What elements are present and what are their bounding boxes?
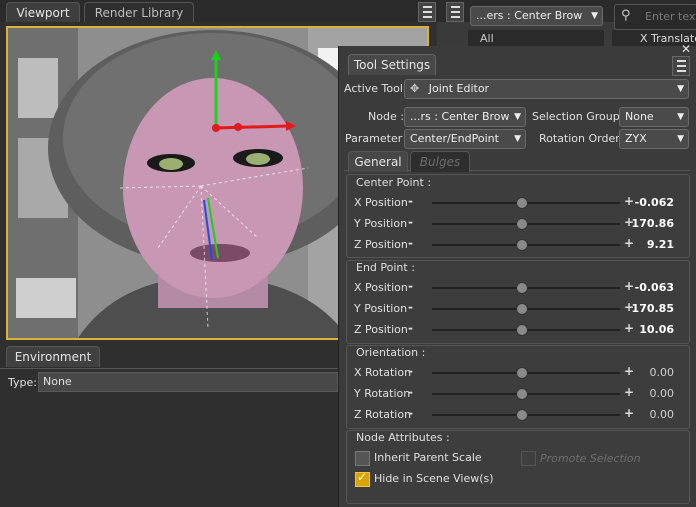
viewport-menu-icon[interactable] — [418, 2, 436, 22]
node-label: Node : — [368, 110, 404, 123]
value-field[interactable]: 0.00 — [630, 366, 675, 379]
inherit-parent-scale-label: Inherit Parent Scale — [374, 451, 482, 464]
chevron-down-icon: ▼ — [677, 134, 684, 144]
scene-node-dropdown-value: ...ers : Center Brow — [476, 9, 583, 22]
selection-group-value: None — [625, 110, 654, 123]
tab-tool-settings[interactable]: Tool Settings — [348, 54, 436, 75]
slider-handle[interactable] — [516, 218, 528, 230]
decrement-button[interactable]: - — [408, 236, 413, 250]
rotation-order-dropdown[interactable]: ZYX ▼ — [619, 129, 689, 149]
slider-handle[interactable] — [516, 282, 528, 294]
joint-editor-icon: ✥ — [410, 82, 420, 95]
value-field[interactable]: 0.00 — [630, 408, 675, 421]
end-z-label: Z Position — [354, 323, 408, 336]
chevron-down-icon: ▼ — [677, 112, 684, 122]
promote-selection-checkbox[interactable] — [521, 451, 536, 466]
decrement-button[interactable]: - — [408, 279, 413, 293]
tab-render-library[interactable]: Render Library — [84, 2, 194, 23]
environment-type-field[interactable]: None — [38, 372, 338, 392]
x-rotation-label: X Rotation — [354, 366, 412, 379]
environment-panel: Environment Type: None — [0, 342, 338, 507]
scene-list: All — [468, 30, 604, 46]
value-field[interactable]: 10.06 — [630, 323, 674, 336]
scene-menu-icon[interactable] — [446, 2, 464, 22]
scene-list-all[interactable]: All — [480, 32, 494, 45]
active-tool-label: Active Tool : — [344, 82, 411, 95]
chevron-down-icon: ▼ — [514, 134, 521, 144]
tab-bulges[interactable]: Bulges — [410, 151, 470, 172]
tool-settings-menu-icon[interactable] — [672, 56, 690, 76]
hide-in-scene-view-checkbox[interactable] — [355, 470, 370, 487]
end-point-title: End Point : — [356, 261, 415, 274]
chevron-down-icon: ▼ — [677, 84, 684, 94]
tab-environment-label: Environment — [14, 350, 92, 364]
rotation-order-label: Rotation Order : — [539, 132, 627, 145]
search-placeholder: Enter text — [645, 10, 696, 23]
tab-bulges-label: Bulges — [419, 155, 461, 169]
search-input[interactable]: ⚲ Enter text — [614, 4, 696, 30]
center-z-label: Z Position — [354, 238, 408, 251]
parameter-value: Center/EndPoint — [410, 132, 499, 145]
node-value: ...rs : Center Brow — [410, 110, 510, 123]
z-rotation-label: Z Rotation — [354, 408, 412, 421]
parameter-label: Parameter : — [345, 132, 410, 145]
slider-handle[interactable] — [516, 409, 528, 421]
value-field[interactable]: 170.86 — [630, 217, 674, 230]
decrement-button[interactable]: - — [408, 385, 413, 399]
tab-general-label: General — [354, 155, 402, 169]
chevron-down-icon: ▼ — [514, 112, 521, 122]
selection-group-dropdown[interactable]: None ▼ — [619, 107, 689, 127]
value-field[interactable]: 0.00 — [630, 387, 675, 400]
node-attributes-title: Node Attributes : — [356, 431, 450, 444]
inherit-parent-scale-checkbox[interactable] — [355, 451, 370, 466]
center-x-label: X Position — [354, 196, 408, 209]
center-y-label: Y Position — [354, 217, 408, 230]
decrement-button[interactable]: - — [408, 406, 413, 420]
value-field[interactable]: 170.85 — [630, 302, 674, 315]
search-icon: ⚲ — [621, 8, 631, 23]
slider-handle[interactable] — [516, 367, 528, 379]
end-x-label: X Position — [354, 281, 408, 294]
rotation-order-value: ZYX — [625, 132, 647, 145]
hide-in-scene-view-label: Hide in Scene View(s) — [374, 472, 494, 485]
value-field[interactable]: 9.21 — [630, 238, 674, 251]
active-tool-dropdown[interactable]: ✥ Joint Editor ▼ — [404, 79, 689, 99]
close-icon[interactable]: ✕ — [681, 42, 691, 56]
parameter-dropdown[interactable]: Center/EndPoint ▼ — [404, 129, 526, 149]
tab-render-library-label: Render Library — [94, 6, 184, 20]
decrement-button[interactable]: - — [408, 194, 413, 208]
decrement-button[interactable]: - — [408, 300, 413, 314]
promote-selection-label: Promote Selection — [540, 452, 641, 465]
chevron-down-icon: ▼ — [591, 11, 598, 21]
slider-handle[interactable] — [516, 197, 528, 209]
center-point-title: Center Point : — [356, 176, 432, 189]
value-field[interactable]: -0.062 — [630, 196, 674, 209]
environment-type-label: Type: — [8, 376, 37, 389]
slider-handle[interactable] — [516, 324, 528, 336]
decrement-button[interactable]: - — [408, 321, 413, 335]
end-y-label: Y Position — [354, 302, 408, 315]
y-rotation-label: Y Rotation — [354, 387, 411, 400]
scene-node-dropdown[interactable]: ...ers : Center Brow ▼ — [470, 6, 603, 26]
divider — [0, 368, 338, 369]
tab-environment[interactable]: Environment — [6, 346, 100, 367]
environment-type-value: None — [43, 375, 72, 388]
slider-handle[interactable] — [516, 239, 528, 251]
tab-viewport[interactable]: Viewport — [6, 2, 80, 23]
node-dropdown[interactable]: ...rs : Center Brow ▼ — [404, 107, 526, 127]
tool-settings-title: Tool Settings — [353, 58, 431, 72]
decrement-button[interactable]: - — [408, 215, 413, 229]
active-tool-value: Joint Editor — [428, 82, 490, 95]
slider-handle[interactable] — [516, 388, 528, 400]
selection-group-label: Selection Group : — [532, 110, 627, 123]
value-field[interactable]: -0.063 — [630, 281, 674, 294]
tab-general[interactable]: General — [348, 151, 408, 172]
orientation-title: Orientation : — [356, 346, 426, 359]
tab-viewport-label: Viewport — [16, 6, 70, 20]
slider-handle[interactable] — [516, 303, 528, 315]
decrement-button[interactable]: - — [408, 364, 413, 378]
